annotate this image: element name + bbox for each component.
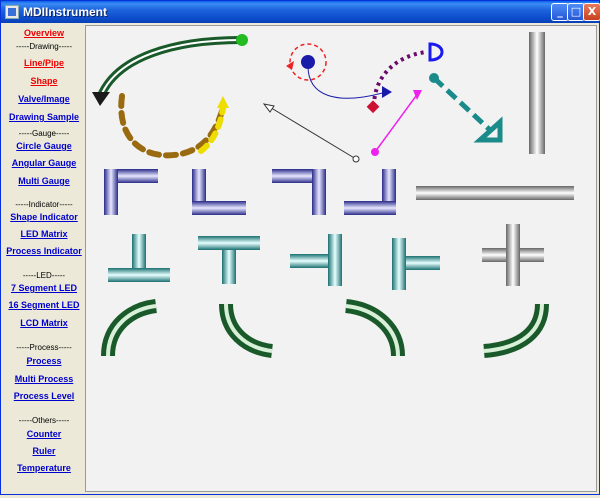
- nav-process-indicator[interactable]: Process Indicator: [5, 246, 83, 256]
- teal-dashed-arrow: [429, 73, 503, 143]
- green-curve-1: [101, 299, 158, 357]
- nav-process-level[interactable]: Process Level: [5, 391, 83, 401]
- nav-overview[interactable]: Overview: [5, 28, 83, 38]
- nav-multi-gauge[interactable]: Multi Gauge: [5, 176, 83, 186]
- nav-led-matrix[interactable]: LED Matrix: [5, 229, 83, 239]
- section-others: -----Others-----: [18, 416, 70, 425]
- cyan-tee-left: [290, 234, 342, 286]
- nav-process[interactable]: Process: [5, 356, 83, 366]
- nav-16-segment-led[interactable]: 16 Segment LED: [5, 300, 83, 310]
- blue-elbow-1: [104, 169, 158, 215]
- cyan-tee-down: [198, 236, 260, 284]
- blue-elbow-3: [272, 169, 326, 215]
- gray-vertical-pipe: [529, 32, 545, 154]
- blue-elbow-2: [192, 169, 246, 215]
- nav-shape-indicator[interactable]: Shape Indicator: [5, 212, 83, 222]
- dashed-gold-arc: [118, 93, 229, 159]
- nav-ruler[interactable]: Ruler: [5, 446, 83, 456]
- section-drawing: -----Drawing-----: [16, 42, 72, 51]
- nav-lcd-matrix[interactable]: LCD Matrix: [5, 318, 83, 328]
- nav-temperature[interactable]: Temperature: [5, 463, 83, 473]
- nav-circle-gauge[interactable]: Circle Gauge: [5, 141, 83, 151]
- green-arc-arrow: [92, 34, 248, 106]
- section-gauge: -----Gauge-----: [18, 129, 70, 138]
- section-indicator: -----Indicator-----: [15, 200, 73, 209]
- cyan-tee-right: [392, 238, 440, 290]
- window-title: MDIInstrument: [23, 5, 107, 19]
- nav-shape[interactable]: Shape: [5, 76, 83, 86]
- green-curve-4: [483, 303, 549, 358]
- magenta-line-arrow: [371, 90, 422, 156]
- nav-angular-gauge[interactable]: Angular Gauge: [5, 158, 83, 168]
- title-bar[interactable]: MDIInstrument _ □ X: [1, 1, 600, 23]
- green-curve-2: [219, 303, 274, 358]
- nav-multi-process[interactable]: Multi Process: [5, 374, 83, 384]
- nav-valve-image[interactable]: Valve/Image: [5, 94, 83, 104]
- app-icon: [5, 5, 19, 19]
- thin-line-arrow: [262, 103, 360, 163]
- close-button[interactable]: X: [583, 3, 600, 21]
- drawing-canvas: [85, 25, 597, 492]
- sidebar-nav: Overview -----Drawing----- Line/Pipe Sha…: [5, 25, 83, 492]
- nav-7-segment-led[interactable]: 7 Segment LED: [5, 283, 83, 293]
- cyan-tee-up: [108, 234, 170, 282]
- nav-drawing-sample[interactable]: Drawing Sample: [5, 112, 83, 122]
- section-process: -----Process-----: [16, 343, 72, 352]
- gray-horizontal-pipe: [416, 186, 574, 200]
- gray-cross: [482, 224, 544, 286]
- green-curve-3: [344, 299, 405, 357]
- nav-line-pipe[interactable]: Line/Pipe: [5, 58, 83, 68]
- nav-counter[interactable]: Counter: [5, 429, 83, 439]
- section-led: -----LED-----: [22, 271, 66, 280]
- main-window: MDIInstrument _ □ X Overview -----Drawin…: [0, 0, 600, 495]
- blue-elbow-4: [344, 169, 396, 215]
